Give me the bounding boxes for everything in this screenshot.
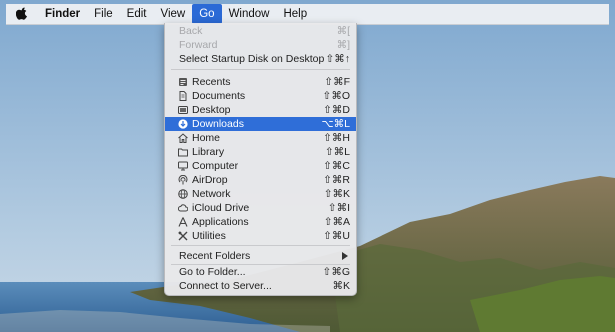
menu-finder[interactable]: Finder [38, 4, 87, 24]
menu-file[interactable]: File [87, 4, 120, 24]
menu-separator [171, 69, 350, 70]
menu-item-label: Back [179, 25, 203, 37]
menu-item-label: Network [192, 188, 231, 200]
menu-item-utilities[interactable]: Utilities ⇧⌘U [165, 229, 356, 243]
network-icon [178, 189, 188, 199]
documents-icon [179, 91, 187, 101]
menu-item-back[interactable]: Back ⌘[ [165, 24, 356, 38]
menu-item-documents[interactable]: Documents ⇧⌘O [165, 89, 356, 103]
menu-item-label: Recents [192, 76, 231, 88]
menu-help[interactable]: Help [276, 4, 314, 24]
shortcut: ⇧⌘H [323, 132, 350, 144]
downloads-icon [178, 119, 188, 129]
menu-item-forward[interactable]: Forward ⌘] [165, 38, 356, 52]
shortcut: ⇧⌘I [327, 202, 350, 214]
apple-menu[interactable] [6, 4, 38, 24]
shortcut: ⇧⌘↑ [325, 53, 350, 65]
menu-item-label: Utilities [192, 230, 226, 242]
menu-item-label: Applications [192, 216, 249, 228]
menu-item-go-to-folder[interactable]: Go to Folder... ⇧⌘G [165, 265, 356, 279]
menu-edit[interactable]: Edit [120, 4, 154, 24]
shortcut: ⇧⌘K [323, 188, 350, 200]
shortcut: ⇧⌘L [324, 146, 350, 158]
shortcut: ⇧⌘G [322, 266, 350, 278]
menu-item-label: Recent Folders [179, 250, 251, 262]
menu-window[interactable]: Window [222, 4, 277, 24]
menu-item-label: Forward [179, 39, 218, 51]
airdrop-icon [178, 175, 188, 185]
menu-item-airdrop[interactable]: AirDrop ⇧⌘R [165, 173, 356, 187]
icloud-icon [178, 204, 188, 212]
menu-item-desktop[interactable]: Desktop ⇧⌘D [165, 103, 356, 117]
applications-icon [178, 217, 188, 227]
menu-item-label: Select Startup Disk on Desktop [179, 53, 325, 65]
go-menu-dropdown: Back ⌘[ Forward ⌘] Select Startup Disk o… [164, 23, 357, 296]
shortcut: ⌘] [336, 39, 350, 51]
menu-item-connect-to-server[interactable]: Connect to Server... ⌘K [165, 279, 356, 293]
computer-icon [178, 161, 188, 171]
shortcut: ⌘K [332, 280, 350, 292]
shortcut: ⇧⌘D [323, 104, 350, 116]
shortcut: ⇧⌘A [323, 216, 350, 228]
shortcut: ⇧⌘U [323, 230, 350, 242]
menu-item-label: Library [192, 146, 225, 158]
menu-item-label: AirDrop [192, 174, 228, 186]
menu-item-recent-folders[interactable]: Recent Folders [165, 244, 356, 262]
menu-item-network[interactable]: Network ⇧⌘K [165, 187, 356, 201]
shortcut: ⌘[ [336, 25, 350, 37]
shortcut: ⇧⌘R [323, 174, 350, 186]
recents-icon [179, 78, 187, 86]
menu-item-icloud-drive[interactable]: iCloud Drive ⇧⌘I [165, 201, 356, 215]
apple-logo-icon [15, 7, 28, 20]
menu-bar: Finder File Edit View Go Window Help [6, 4, 609, 25]
menu-item-label: Computer [192, 160, 239, 172]
shortcut: ⌥⌘L [321, 118, 350, 130]
home-icon [178, 133, 188, 143]
menu-item-computer[interactable]: Computer ⇧⌘C [165, 159, 356, 173]
menu-item-applications[interactable]: Applications ⇧⌘A [165, 215, 356, 229]
menu-item-library[interactable]: Library ⇧⌘L [165, 145, 356, 159]
menu-item-label: Downloads [192, 118, 244, 130]
menu-item-label: Desktop [192, 104, 231, 116]
menu-item-label: Go to Folder... [179, 266, 246, 278]
menu-item-recents[interactable]: Recents ⇧⌘F [165, 75, 356, 89]
menu-item-select-startup-disk[interactable]: Select Startup Disk on Desktop ⇧⌘↑ [165, 52, 356, 66]
library-icon [178, 148, 188, 157]
menu-item-downloads[interactable]: Downloads ⌥⌘L [165, 117, 356, 131]
shortcut: ⇧⌘O [322, 90, 350, 102]
submenu-arrow-icon [342, 252, 348, 260]
menu-item-label: Connect to Server... [179, 280, 272, 292]
menu-item-home[interactable]: Home ⇧⌘H [165, 131, 356, 145]
menu-go[interactable]: Go [192, 4, 222, 24]
shortcut: ⇧⌘F [324, 76, 350, 88]
menu-view[interactable]: View [154, 4, 193, 24]
utilities-icon [178, 231, 188, 241]
desktop-icon [178, 106, 188, 114]
menu-item-label: Documents [192, 90, 246, 102]
shortcut: ⇧⌘C [323, 160, 350, 172]
menu-item-label: Home [192, 132, 221, 144]
menu-item-label: iCloud Drive [192, 202, 250, 214]
